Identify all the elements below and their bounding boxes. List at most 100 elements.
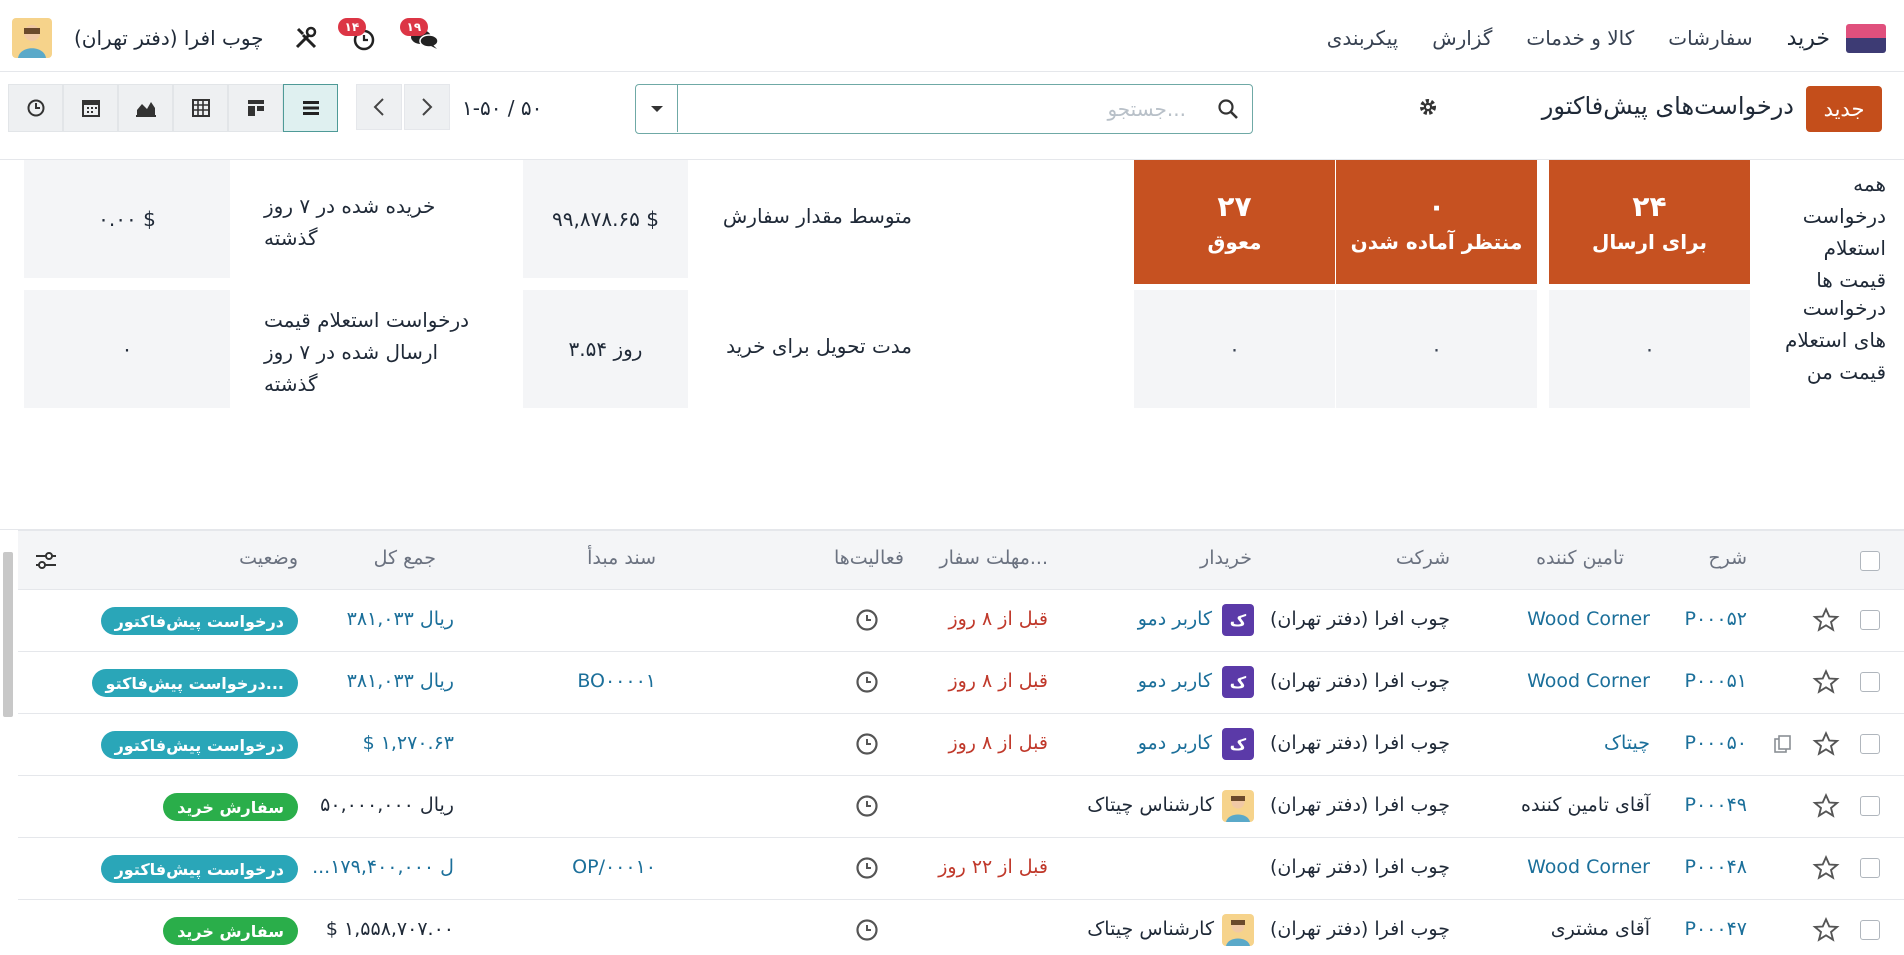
- ref-cell[interactable]: P۰۰۰۴۸: [1685, 856, 1747, 878]
- tile-my-to-send[interactable]: ۰: [1549, 290, 1750, 408]
- tile-my-waiting[interactable]: ۰: [1336, 290, 1537, 408]
- table-row[interactable]: P۰۰۰۴۸ Wood Corner چوب افرا (دفتر تهران) قب…: [18, 838, 1904, 900]
- search-icon[interactable]: [1204, 85, 1252, 132]
- row-checkbox[interactable]: [1860, 672, 1880, 692]
- pager-previous-button[interactable]: [356, 84, 402, 130]
- chat-icon[interactable]: ۱۹: [399, 18, 442, 56]
- row-checkbox[interactable]: [1860, 858, 1880, 878]
- kpi-rfq-sent-value: ۰: [24, 290, 230, 408]
- select-all-checkbox[interactable]: [1860, 551, 1880, 571]
- ref-cell[interactable]: P۰۰۰۴۹: [1685, 794, 1747, 816]
- clock-icon[interactable]: [854, 607, 880, 633]
- star-icon[interactable]: [1812, 606, 1840, 634]
- star-icon[interactable]: [1812, 668, 1840, 696]
- scrollbar[interactable]: [3, 552, 13, 717]
- clock-icon[interactable]: [854, 917, 880, 943]
- page-title: درخواست‌های پیش‌فاکتور: [1541, 92, 1794, 120]
- view-switcher: [8, 84, 338, 132]
- gear-icon[interactable]: [1417, 96, 1443, 122]
- search-input[interactable]: [682, 85, 1202, 132]
- view-list-button[interactable]: [283, 84, 338, 132]
- row-checkbox[interactable]: [1860, 920, 1880, 940]
- app-logo-icon[interactable]: [1846, 23, 1886, 53]
- ref-cell[interactable]: P۰۰۰۵۰: [1685, 732, 1747, 754]
- app-name[interactable]: خرید: [1787, 26, 1830, 51]
- buyer-cell[interactable]: کاربر دمو: [1138, 732, 1212, 754]
- new-button[interactable]: جدید: [1806, 86, 1882, 132]
- total-cell: ریال ۳۸۱,۰۳۳: [346, 608, 454, 630]
- row-checkbox[interactable]: [1860, 734, 1880, 754]
- table-row[interactable]: P۰۰۰۵۲ Wood Corner چوب افرا (دفتر تهران) ک ک…: [18, 590, 1904, 652]
- deadline-cell: قبل از ۲۲ روز: [938, 856, 1048, 878]
- column-total[interactable]: جمع کل: [374, 547, 436, 569]
- row-label-my-rfqs: درخواست های استعلام قیمت من: [1785, 296, 1886, 384]
- vendor-cell[interactable]: Wood Corner: [1527, 856, 1650, 878]
- vendor-cell[interactable]: Wood Corner: [1527, 608, 1650, 630]
- column-status[interactable]: وضعیت: [239, 547, 298, 569]
- list-icon: [302, 101, 319, 115]
- view-graph-button[interactable]: [118, 84, 173, 132]
- search-options-toggle[interactable]: [636, 85, 678, 132]
- ref-cell[interactable]: P۰۰۰۴۷: [1685, 918, 1747, 940]
- pager-value[interactable]: ۱-۵۰ / ۵۰: [462, 96, 542, 120]
- table-icon: [191, 99, 210, 117]
- buyer-cell[interactable]: کاربر دمو: [1138, 608, 1212, 630]
- ref-cell[interactable]: P۰۰۰۵۲: [1685, 608, 1747, 630]
- buyer-cell[interactable]: کارشناس چیتاک: [1087, 794, 1214, 816]
- tile-late-count: ۲۷: [1217, 190, 1252, 223]
- menu-reporting[interactable]: گزارش: [1432, 26, 1492, 50]
- tile-my-late[interactable]: ۰: [1134, 290, 1335, 408]
- view-calendar-button[interactable]: [63, 84, 118, 132]
- buyer-cell[interactable]: کاربر دمو: [1138, 670, 1212, 692]
- vendor-cell[interactable]: چیتاک: [1604, 732, 1650, 754]
- view-kanban-button[interactable]: [228, 84, 283, 132]
- origin-cell[interactable]: BO۰۰۰۰۱: [577, 670, 656, 692]
- clock-icon[interactable]: [854, 731, 880, 757]
- chevron-left-icon: [373, 98, 384, 116]
- clock-icon[interactable]: [854, 855, 880, 881]
- company-cell: چوب افرا (دفتر تهران): [1269, 794, 1450, 816]
- optional-columns-icon[interactable]: [34, 549, 58, 573]
- origin-cell[interactable]: OP/۰۰۰۱۰: [572, 856, 656, 878]
- clock-icon[interactable]: ۱۴: [337, 18, 380, 56]
- table-row[interactable]: P۰۰۰۴۹ آقای تامین کننده چوب افرا (دفتر تهر…: [18, 776, 1904, 838]
- table-row[interactable]: P۰۰۰۴۷ آقای مشتری چوب افرا (دفتر تهران) کار…: [18, 900, 1904, 955]
- tile-to-send[interactable]: ۲۴ برای ارسال: [1549, 160, 1750, 284]
- vendor-cell[interactable]: Wood Corner: [1527, 670, 1650, 692]
- column-origin[interactable]: سند مبدأ: [587, 547, 656, 569]
- table-row[interactable]: P۰۰۰۵۱ Wood Corner چوب افرا (دفتر تهران) ک ک…: [18, 652, 1904, 714]
- company-switcher[interactable]: چوب افرا (دفتر تهران): [74, 26, 264, 50]
- star-icon[interactable]: [1812, 916, 1840, 944]
- column-buyer[interactable]: خریدار: [1200, 547, 1252, 569]
- avatar[interactable]: [12, 18, 52, 58]
- table-row[interactable]: P۰۰۰۵۰ چیتاک چوب افرا (دفتر تهران) ک کاربر د…: [18, 714, 1904, 776]
- star-icon[interactable]: [1812, 792, 1840, 820]
- row-checkbox[interactable]: [1860, 796, 1880, 816]
- column-company[interactable]: شرکت: [1396, 547, 1450, 569]
- tile-late-label: معوق: [1207, 230, 1262, 254]
- tile-late[interactable]: ۲۷ معوق: [1134, 160, 1335, 284]
- menu-configuration[interactable]: پیکربندی: [1327, 26, 1398, 50]
- total-cell: ...ل ۱۷۹,۴۰۰,۰۰۰: [312, 856, 454, 878]
- menu-products[interactable]: کالا و خدمات: [1526, 26, 1634, 50]
- column-ref[interactable]: شرح: [1708, 547, 1747, 569]
- clock-icon[interactable]: [854, 669, 880, 695]
- row-checkbox[interactable]: [1860, 610, 1880, 630]
- buyer-cell[interactable]: کارشناس چیتاک: [1087, 918, 1214, 940]
- column-vendor[interactable]: تامین کننده: [1536, 547, 1624, 569]
- menu-orders[interactable]: سفارشات: [1668, 26, 1752, 50]
- tile-waiting-count: ۰: [1427, 190, 1446, 223]
- view-pivot-button[interactable]: [173, 84, 228, 132]
- clock-icon[interactable]: [854, 793, 880, 819]
- star-icon[interactable]: [1812, 730, 1840, 758]
- view-activity-button[interactable]: [8, 84, 63, 132]
- column-activities[interactable]: فعالیت‌ها: [834, 547, 904, 569]
- tools-icon[interactable]: [288, 20, 324, 56]
- tile-to-send-label: برای ارسال: [1592, 230, 1707, 254]
- tile-waiting[interactable]: ۰ منتظر آماده شدن: [1336, 160, 1537, 284]
- pager-next-button[interactable]: [404, 84, 450, 130]
- star-icon[interactable]: [1812, 854, 1840, 882]
- column-deadline[interactable]: مهلت سفار...: [939, 547, 1048, 569]
- kpi-lead-time-label: مدت تحویل برای خرید: [726, 334, 912, 358]
- ref-cell[interactable]: P۰۰۰۵۱: [1685, 670, 1747, 692]
